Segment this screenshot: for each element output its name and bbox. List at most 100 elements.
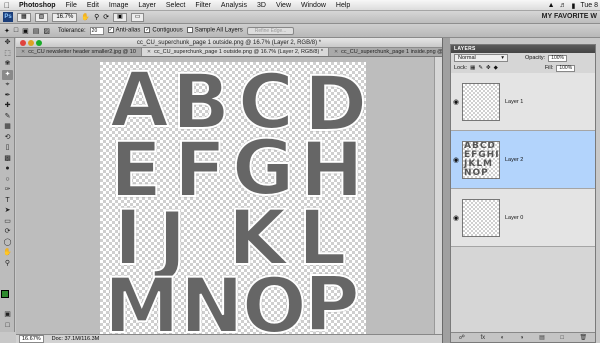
new-layer-icon[interactable]: □ (560, 335, 564, 341)
screen-mode-icon[interactable]: □ (2, 321, 13, 331)
eye-visibility-icon[interactable]: ◉ (452, 214, 460, 222)
foreground-color-swatch[interactable] (1, 290, 9, 298)
type-tool-icon[interactable]: T (2, 196, 13, 206)
opacity-input[interactable]: 100% (548, 54, 567, 62)
screen-mode-button[interactable]: ▭ (130, 12, 145, 22)
selection-mode-subtract-icon[interactable]: ▤ (33, 27, 40, 35)
mini-bridge-button[interactable]: ▧ (34, 12, 49, 22)
clone-stamp-tool-icon[interactable]: ▦ (2, 122, 13, 132)
refine-edge-button[interactable]: Refine Edge... (246, 26, 295, 35)
add-mask-icon[interactable]: ◐ (501, 335, 505, 341)
layer-name[interactable]: Layer 1 (505, 99, 523, 105)
canvas-area[interactable]: A B C D E F G H I J K L M N O P (16, 57, 442, 334)
contiguous-option[interactable]: ✓ Contiguous (144, 27, 183, 34)
apple-icon[interactable]:  (0, 1, 14, 10)
menu-select[interactable]: Select (161, 0, 190, 11)
magic-wand-preset-icon[interactable]: ✦ (4, 27, 10, 35)
3d-orbit-tool-icon[interactable]: ◯ (2, 238, 13, 248)
document-tab-active[interactable]: ✕ cc_CU_superchunk_page 1 outside.png @ 1… (141, 48, 329, 57)
zoom-tool-icon[interactable]: ⚲ (94, 13, 99, 21)
layer-style-icon[interactable]: fx (480, 335, 485, 341)
fill-input[interactable]: 100% (556, 64, 576, 72)
minimize-window-button[interactable] (28, 40, 34, 46)
lock-pixels-icon[interactable]: ✎ (478, 65, 483, 71)
dodge-tool-icon[interactable]: ○ (2, 175, 13, 185)
close-window-button[interactable] (20, 40, 26, 46)
layer-name[interactable]: Layer 0 (505, 215, 523, 221)
selection-mode-add-icon[interactable]: ▣ (22, 27, 29, 35)
menu-help[interactable]: Help (331, 0, 355, 11)
hand-tool-icon[interactable]: ✋ (81, 13, 90, 21)
bridge-button[interactable]: ▦ (17, 12, 31, 22)
menu-app-name[interactable]: Photoshop (14, 0, 61, 11)
layer-thumbnail[interactable]: ABCDEFGHIJKLMNOP (462, 140, 500, 179)
selection-mode-intersect-icon[interactable]: ▨ (43, 27, 50, 35)
sample-all-layers-option[interactable]: Sample All Layers (186, 27, 243, 34)
layer-row-layer-2[interactable]: ◉ ABCDEFGHIJKLMNOP Layer 2 (451, 131, 595, 189)
wifi-icon[interactable]: ▲ (548, 2, 555, 9)
lock-position-icon[interactable]: ✥ (486, 65, 491, 71)
anti-alias-checkbox[interactable]: ✓ (107, 27, 114, 34)
menu-window[interactable]: Window (296, 0, 331, 11)
selection-mode-new-icon[interactable]: □ (14, 27, 18, 34)
layer-thumbnail[interactable] (462, 82, 500, 121)
menu-file[interactable]: File (61, 0, 82, 11)
move-tool-icon[interactable]: ✥ (2, 38, 13, 48)
image-canvas[interactable]: A B C D E F G H I J K L M N O P (100, 61, 368, 334)
anti-alias-option[interactable]: ✓ Anti-alias (107, 27, 140, 34)
eraser-tool-icon[interactable]: ▯ (2, 143, 13, 153)
menu-image[interactable]: Image (104, 0, 133, 11)
zoom-tool-icon[interactable]: ⚲ (2, 259, 13, 269)
document-tab[interactable]: ✕ cc_CU newsletter header smaller2.jpg @ … (16, 48, 142, 56)
path-selection-tool-icon[interactable]: ➤ (2, 206, 13, 216)
layer-row-layer-1[interactable]: ◉ Layer 1 (451, 73, 595, 131)
close-tab-icon[interactable]: ✕ (147, 48, 151, 57)
sample-all-layers-checkbox[interactable] (186, 27, 193, 34)
contiguous-checkbox[interactable]: ✓ (144, 27, 151, 34)
quick-mask-icon[interactable]: ▣ (2, 310, 13, 320)
menu-layer[interactable]: Layer (133, 0, 161, 11)
3d-rotate-tool-icon[interactable]: ⟳ (2, 227, 13, 237)
brush-tool-icon[interactable]: ✎ (2, 112, 13, 122)
document-title-bar[interactable]: cc_CU_superchunk_page 1 outside.png @ 16… (16, 38, 442, 48)
vertical-scrollbar[interactable] (434, 57, 442, 334)
close-tab-icon[interactable]: ✕ (21, 48, 25, 57)
adjustment-layer-icon[interactable]: ◑ (520, 335, 524, 341)
tolerance-input[interactable]: 20 (89, 26, 104, 35)
eye-visibility-icon[interactable]: ◉ (452, 156, 460, 164)
eyedropper-tool-icon[interactable]: ✒ (2, 91, 13, 101)
menu-3d[interactable]: 3D (252, 0, 271, 11)
menu-edit[interactable]: Edit (82, 0, 104, 11)
arrange-documents-button[interactable]: ▣ (113, 12, 127, 22)
lock-all-icon[interactable]: ◆ (494, 65, 498, 71)
close-tab-icon[interactable]: ✕ (334, 48, 338, 57)
crop-tool-icon[interactable]: ⌖ (2, 80, 13, 90)
status-document-size[interactable]: Doc: 37.1M/116.3M (52, 336, 100, 342)
layer-row-layer-0[interactable]: ◉ Layer 0 (451, 189, 595, 247)
zoom-level-select[interactable]: 16.7% (52, 12, 78, 22)
zoom-window-button[interactable] (36, 40, 42, 46)
lock-transparency-icon[interactable]: ▦ (470, 65, 475, 71)
history-brush-tool-icon[interactable]: ⟲ (2, 133, 13, 143)
lasso-tool-icon[interactable]: ❀ (2, 59, 13, 69)
layer-thumbnail[interactable] (462, 198, 500, 237)
rotate-view-icon[interactable]: ⟳ (103, 13, 109, 21)
menu-analysis[interactable]: Analysis (216, 0, 252, 11)
blur-tool-icon[interactable]: ● (2, 164, 13, 174)
menu-filter[interactable]: Filter (190, 0, 216, 11)
layers-panel-tab[interactable]: LAYERS (451, 45, 595, 53)
status-zoom-input[interactable]: 16.67% (19, 335, 44, 343)
marquee-tool-icon[interactable]: ⬚ (2, 49, 13, 59)
menu-clock[interactable]: Tue 8 (580, 2, 598, 9)
gradient-tool-icon[interactable]: ▩ (2, 154, 13, 164)
delete-layer-icon[interactable]: 🗑 (580, 334, 588, 341)
shape-tool-icon[interactable]: ▭ (2, 217, 13, 227)
battery-icon[interactable]: ▮ (572, 2, 576, 10)
magic-wand-tool-icon[interactable]: ✦ (2, 69, 13, 80)
link-layers-icon[interactable]: ☍ (459, 334, 465, 341)
panel-dock-strip[interactable] (442, 38, 450, 343)
volume-icon[interactable]: ♬ (560, 2, 567, 9)
layer-name[interactable]: Layer 2 (505, 157, 523, 163)
hand-tool-icon[interactable]: ✋ (2, 248, 13, 258)
blend-mode-select[interactable]: Normal ▾ (454, 54, 508, 62)
